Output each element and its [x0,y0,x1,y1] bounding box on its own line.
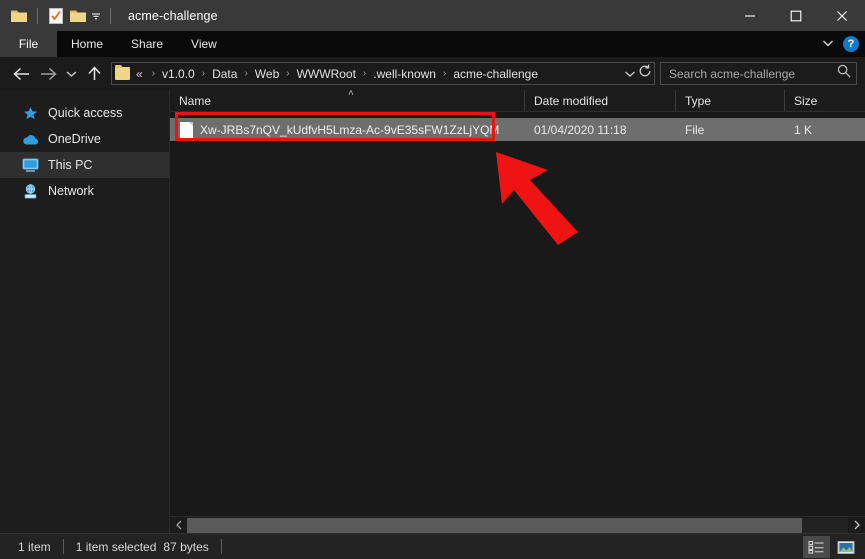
status-item-count: 1 item [18,539,51,554]
toolbar-separator [37,7,38,24]
breadcrumb-overflow[interactable]: « [135,67,146,81]
large-icons-view-button[interactable] [832,536,859,558]
sidebar-label-onedrive: OneDrive [48,132,101,146]
breadcrumb-item-0[interactable]: v1.0.0 [161,67,196,81]
breadcrumb-item-1[interactable]: Data [211,67,238,81]
breadcrumb-separator-3: › [286,68,290,79]
help-icon[interactable]: ? [843,36,859,52]
back-button[interactable] [8,61,35,86]
address-bar: « › v1.0.0 › Data › Web › WWWRoot › .wel… [0,57,865,90]
expand-ribbon-icon[interactable] [822,35,834,53]
arrow-annotation [490,140,595,250]
column-header-size-label: Size [794,93,818,108]
window-title: acme-challenge [128,8,218,23]
breadcrumb-folder-icon [115,65,130,80]
view-mode-buttons [803,536,859,558]
breadcrumb-tail-controls [620,64,652,83]
breadcrumb-item-3[interactable]: WWWRoot [296,67,357,81]
maximize-button[interactable] [773,0,819,31]
tab-file[interactable]: File [0,31,57,57]
column-header-name-label: Name [179,93,212,108]
cloud-icon [22,131,39,148]
tab-view[interactable]: View [177,31,231,57]
column-header-type-label: Type [685,93,712,108]
sidebar-item-this-pc[interactable]: This PC [0,152,169,178]
cell-type: File [685,122,705,137]
scroll-track[interactable] [187,517,848,533]
cell-date-modified: 01/04/2020 11:18 [534,122,627,137]
file-rows: Xw-JRBs7nQV_kUdfvH5Lmza-Ac-9vE35sFW1ZzLj… [170,112,865,516]
breadcrumb-item-4[interactable]: .well-known [372,67,437,81]
tab-share[interactable]: Share [117,31,177,57]
sidebar-label-network: Network [48,184,94,198]
up-button[interactable] [81,61,108,86]
file-list-pane: Name ˄ Date modified Type Size Xw-JRBs7n… [170,88,865,533]
breadcrumb-separator-4: › [362,68,367,79]
column-header-name[interactable]: Name ˄ [170,88,525,111]
toolbar-separator-2 [110,7,111,24]
monitor-icon [22,157,39,174]
search-input[interactable]: Search acme-challenge [669,67,837,81]
status-separator-1 [62,539,64,554]
sidebar-label-quick-access: Quick access [48,106,123,120]
breadcrumb-item-5[interactable]: acme-challenge [452,67,539,81]
status-selection: 1 item selected [75,539,157,554]
ribbon-right-controls: ? [822,31,859,57]
explorer-body: Quick access OneDrive This PC Network Na… [0,88,865,533]
column-header-size[interactable]: Size [785,90,865,111]
file-name-label: Xw-JRBs7nQV_kUdfvH5Lmza-Ac-9vE35sFW1ZzLj… [200,122,500,137]
sort-ascending-icon: ˄ [348,88,354,99]
column-header-row: Name ˄ Date modified Type Size [170,88,865,112]
properties-icon[interactable] [45,5,67,27]
folder-icon[interactable] [8,5,30,27]
status-bar: 1 item 1 item selected 87 bytes [0,533,865,559]
sidebar-item-network[interactable]: Network [0,178,169,204]
quick-access-dropdown-icon[interactable] [89,6,103,26]
scroll-right-button[interactable] [848,517,865,534]
breadcrumb-dropdown-icon[interactable] [624,65,636,83]
scroll-thumb[interactable] [187,517,802,533]
file-explorer-window: acme-challenge File Home Share View ? « … [0,0,865,559]
breadcrumb[interactable]: « › v1.0.0 › Data › Web › WWWRoot › .wel… [111,62,655,85]
cell-name[interactable]: Xw-JRBs7nQV_kUdfvH5Lmza-Ac-9vE35sFW1ZzLj… [170,121,525,138]
sidebar-item-onedrive[interactable]: OneDrive [0,126,169,152]
network-icon [22,183,39,200]
sidebar-label-this-pc: This PC [48,158,93,172]
ribbon-tab-bar: File Home Share View ? [0,31,865,57]
navigation-pane: Quick access OneDrive This PC Network [0,90,170,533]
new-folder-icon[interactable] [67,5,89,27]
table-row[interactable]: Xw-JRBs7nQV_kUdfvH5Lmza-Ac-9vE35sFW1ZzLj… [170,118,865,141]
status-selection-size: 87 bytes [163,539,209,554]
file-icon [180,121,193,138]
breadcrumb-separator-5: › [442,68,447,79]
breadcrumb-separator-1: › [201,68,206,79]
refresh-icon[interactable] [638,64,652,83]
title-bar: acme-challenge [0,0,865,31]
details-view-button[interactable] [803,536,830,558]
tab-home[interactable]: Home [57,31,117,57]
sidebar-item-quick-access[interactable]: Quick access [0,100,169,126]
quick-access-toolbar [0,5,118,27]
search-box[interactable]: Search acme-challenge [660,62,857,85]
scroll-left-button[interactable] [170,517,187,534]
breadcrumb-list: « › v1.0.0 › Data › Web › WWWRoot › .wel… [135,67,620,81]
minimize-button[interactable] [727,0,773,31]
breadcrumb-item-2[interactable]: Web [254,67,280,81]
column-header-date-modified[interactable]: Date modified [525,90,676,111]
status-separator-2 [220,539,222,554]
column-header-type[interactable]: Type [676,90,785,111]
close-button[interactable] [819,0,865,31]
horizontal-scrollbar[interactable] [170,516,865,533]
search-icon[interactable] [837,64,851,83]
column-header-date-label: Date modified [534,93,609,108]
window-controls [727,0,865,31]
breadcrumb-separator-0: › [151,68,156,79]
cell-size: 1 K [794,122,813,137]
star-icon [22,105,39,122]
breadcrumb-separator-2: › [244,68,248,79]
forward-button[interactable] [35,61,62,86]
recent-locations-button[interactable] [62,61,81,86]
